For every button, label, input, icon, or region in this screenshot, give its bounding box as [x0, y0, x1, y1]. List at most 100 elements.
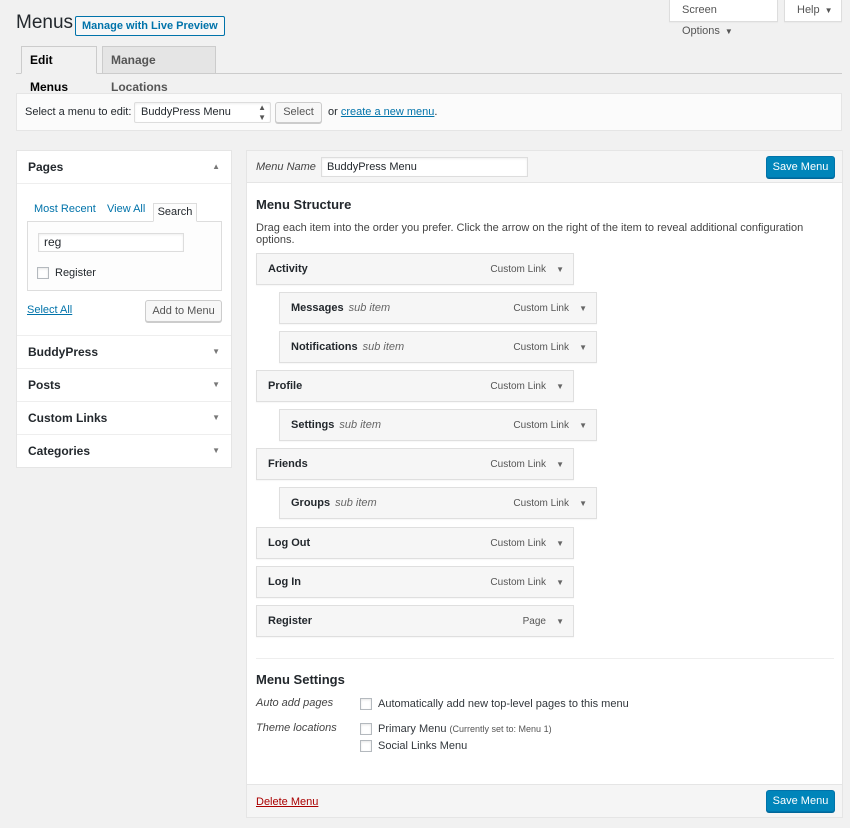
- subtab-most-recent[interactable]: Most Recent: [34, 203, 96, 215]
- screen-options-label: Screen Options: [682, 4, 720, 37]
- add-menu-items-panel: Pages ▲ Most Recent View All Search reg …: [16, 150, 232, 468]
- menu-settings-title: Menu Settings: [256, 672, 345, 687]
- menu-item-title: Log Out: [268, 537, 311, 549]
- menu-item-title: Log In: [268, 576, 301, 588]
- social-menu-label: Social Links Menu: [378, 740, 468, 752]
- divider: [256, 658, 834, 659]
- pages-search-input[interactable]: reg: [38, 233, 184, 252]
- or-text: or: [328, 106, 338, 118]
- menu-item[interactable]: Notifications sub item Custom Link ▼: [279, 331, 597, 363]
- expand-arrow-icon[interactable]: ▼: [579, 410, 587, 441]
- menu-name-input[interactable]: BuddyPress Menu: [321, 157, 528, 177]
- menu-item-title: Register: [268, 615, 313, 627]
- page-title: Menus: [16, 12, 74, 33]
- tab-manage-locations[interactable]: Manage Locations: [102, 46, 216, 94]
- menu-item-title: Groups: [291, 497, 331, 509]
- subtab-view-all[interactable]: View All: [107, 203, 145, 215]
- menu-select-value: BuddyPress Menu: [141, 106, 231, 118]
- select-arrows-icon: ▲ ▼: [258, 103, 266, 122]
- theme-locations-label: Theme locations: [256, 722, 337, 734]
- menu-item-type: Custom Link: [490, 264, 546, 275]
- help-button[interactable]: Help ▼: [784, 0, 842, 22]
- menu-item-type: Custom Link: [513, 498, 569, 509]
- accordion-buddypress-title: BuddyPress: [28, 345, 99, 359]
- sub-item-label: sub item: [339, 419, 381, 431]
- expand-arrow-icon[interactable]: ▼: [556, 371, 564, 402]
- menu-item-type: Custom Link: [513, 303, 569, 314]
- menu-item-type: Custom Link: [513, 342, 569, 353]
- accordion-buddypress[interactable]: BuddyPress ▼: [17, 336, 231, 369]
- accordion-custom-links[interactable]: Custom Links ▼: [17, 402, 231, 435]
- expand-arrow-icon[interactable]: ▼: [579, 293, 587, 324]
- menu-name-value: BuddyPress Menu: [327, 161, 417, 173]
- accordion-pages[interactable]: Pages ▲: [17, 151, 231, 184]
- expand-arrow-icon[interactable]: ▼: [579, 332, 587, 363]
- menu-item[interactable]: Profile Custom Link ▼: [256, 370, 574, 402]
- register-page-label: Register: [55, 267, 96, 279]
- add-to-menu-button[interactable]: Add to Menu: [145, 300, 222, 322]
- delete-menu-link[interactable]: Delete Menu: [256, 796, 318, 808]
- menu-item[interactable]: Friends Custom Link ▼: [256, 448, 574, 480]
- menu-item[interactable]: Log Out Custom Link ▼: [256, 527, 574, 559]
- register-page-checkbox[interactable]: [37, 267, 49, 279]
- accordion-categories[interactable]: Categories ▼: [17, 435, 231, 468]
- expand-arrow-icon[interactable]: ▼: [556, 528, 564, 559]
- auto-add-label: Auto add pages: [256, 697, 334, 709]
- expand-arrow-icon[interactable]: ▼: [556, 606, 564, 637]
- menu-item[interactable]: Log In Custom Link ▼: [256, 566, 574, 598]
- tab-edit-menus[interactable]: Edit Menus: [21, 46, 97, 94]
- menu-item[interactable]: Settings sub item Custom Link ▼: [279, 409, 597, 441]
- menu-item[interactable]: Messages sub item Custom Link ▼: [279, 292, 597, 324]
- caret-down-icon: ▼: [824, 6, 833, 15]
- subtab-search[interactable]: Search: [153, 203, 197, 222]
- select-button[interactable]: Select: [275, 102, 322, 123]
- menu-item-title: Activity: [268, 263, 308, 275]
- accordion-posts[interactable]: Posts ▼: [17, 369, 231, 402]
- menu-structure-title: Menu Structure: [256, 197, 352, 212]
- primary-menu-checkbox[interactable]: [360, 723, 372, 735]
- sub-item-label: sub item: [348, 302, 391, 314]
- expand-arrow-icon[interactable]: ▼: [556, 449, 564, 480]
- menu-select-bar: Select a menu to edit: BuddyPress Menu ▲…: [16, 93, 842, 131]
- menu-footer: Delete Menu Save Menu: [247, 784, 842, 817]
- save-menu-button-top[interactable]: Save Menu: [766, 156, 835, 178]
- primary-menu-label: Primary Menu: [378, 723, 447, 735]
- help-label: Help: [797, 4, 820, 16]
- menu-item-type: Custom Link: [490, 538, 546, 549]
- auto-add-checkbox[interactable]: [360, 698, 372, 710]
- screen-options-button[interactable]: Screen Options ▼: [669, 0, 778, 37]
- accordion-custom-links-title: Custom Links: [28, 411, 108, 425]
- menu-item-title: Profile: [268, 380, 303, 392]
- live-preview-button[interactable]: Manage with Live Preview: [75, 16, 225, 36]
- menu-item-title: Messages: [291, 302, 344, 314]
- caret-down-icon: ▼: [212, 413, 220, 422]
- select-all-link[interactable]: Select All: [27, 304, 72, 316]
- create-new-menu-link[interactable]: create a new menu: [341, 106, 435, 118]
- menu-item-type: Custom Link: [490, 381, 546, 392]
- menu-item[interactable]: Activity Custom Link ▼: [256, 253, 574, 285]
- menu-item-title: Notifications: [291, 341, 358, 353]
- menu-name-label: Menu Name: [256, 161, 316, 173]
- save-menu-button-bottom[interactable]: Save Menu: [766, 790, 835, 812]
- primary-menu-note: (Currently set to: Menu 1): [449, 724, 552, 734]
- social-menu-checkbox[interactable]: [360, 740, 372, 752]
- menu-item[interactable]: Register Page ▼: [256, 605, 574, 637]
- pages-search-panel: [27, 221, 222, 291]
- expand-arrow-icon[interactable]: ▼: [556, 254, 564, 285]
- menu-item-title: Settings: [291, 419, 335, 431]
- expand-arrow-icon[interactable]: ▼: [579, 488, 587, 519]
- accordion-posts-title: Posts: [28, 378, 61, 392]
- accordion-pages-title: Pages: [28, 160, 64, 174]
- menu-item[interactable]: Groups sub item Custom Link ▼: [279, 487, 597, 519]
- accordion-categories-title: Categories: [28, 444, 91, 458]
- caret-down-icon: ▼: [212, 380, 220, 389]
- expand-arrow-icon[interactable]: ▼: [556, 567, 564, 598]
- menu-item-title: Friends: [268, 458, 308, 470]
- menu-select-dropdown[interactable]: BuddyPress Menu ▲ ▼: [134, 102, 271, 123]
- period-text: .: [434, 106, 438, 118]
- menu-structure-help: Drag each item into the order you prefer…: [256, 222, 804, 246]
- select-menu-label: Select a menu to edit:: [25, 106, 132, 118]
- menu-item-type: Custom Link: [490, 459, 546, 470]
- menu-header: Menu Name BuddyPress Menu Save Menu: [247, 151, 842, 183]
- caret-down-icon: ▼: [212, 347, 220, 356]
